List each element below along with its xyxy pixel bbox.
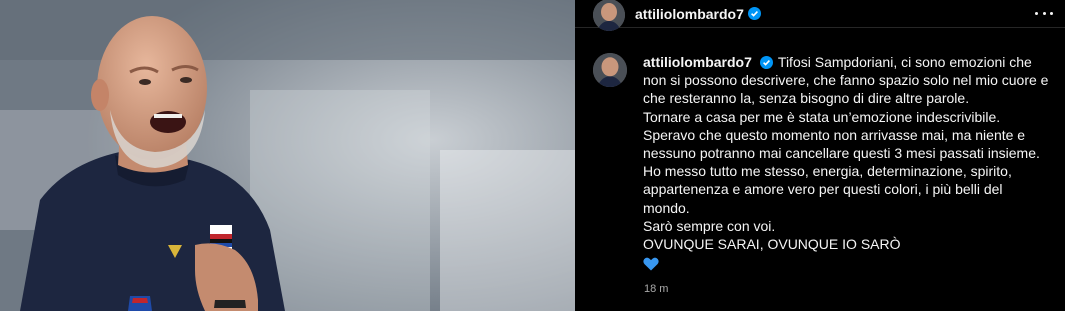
verified-badge-icon: [747, 7, 761, 20]
post-timestamp[interactable]: 18 m: [644, 283, 668, 295]
header-avatar[interactable]: [593, 0, 625, 31]
avatar-image: [593, 0, 625, 31]
header-username[interactable]: attiliolombardo7: [635, 6, 744, 22]
caption-line: Sarò sempre con voi.: [643, 217, 776, 234]
caption-line: non si possono descrivere, che fanno spa…: [643, 72, 1049, 89]
caption-line: Tifosi Sampdoriani, ci sono emozioni che: [777, 54, 1032, 70]
caption-line: mondo.: [643, 199, 690, 216]
caption-line: Tornare a casa per me è stata un’emozion…: [643, 108, 1001, 125]
caption-avatar[interactable]: [593, 53, 627, 87]
avatar-image: [593, 53, 627, 87]
more-dot: [1042, 11, 1046, 15]
post-header: attiliolombardo7: [575, 0, 1065, 31]
more-options-icon[interactable]: [1035, 6, 1053, 20]
blue-heart-icon: [643, 257, 659, 271]
coach-photo-illustration: [0, 0, 575, 311]
verified-badge-icon: [759, 55, 773, 69]
caption-line: Ho messo tutto me stesso, energia, deter…: [643, 163, 1012, 180]
instagram-post-view: attiliolombardo7 attiliolombardo7 Tifosi …: [0, 0, 1065, 311]
caption-line: nessuno potranno mai cancellare questi 3…: [643, 145, 1040, 162]
caption-line: appartenenza e amore vero per questi col…: [643, 181, 1003, 198]
caption-line-first: attiliolombardo7 Tifosi Sampdoriani, ci s…: [643, 53, 1055, 71]
caption-username[interactable]: attiliolombardo7: [643, 54, 752, 70]
caption-line: che resteranno la, senza bisogno di dire…: [643, 90, 970, 107]
post-photo[interactable]: [0, 0, 575, 311]
caption-line: Speravo che questo momento non arrivasse…: [643, 126, 1026, 143]
post-side-panel: attiliolombardo7 attiliolombardo7 Tifosi …: [575, 0, 1065, 311]
caption-text: attiliolombardo7 Tifosi Sampdoriani, ci s…: [643, 53, 1055, 271]
post-caption-block: attiliolombardo7 Tifosi Sampdoriani, ci s…: [593, 53, 1057, 271]
caption-line: OVUNQUE SARAI, OVUNQUE IO SARÒ: [643, 236, 901, 253]
more-dot: [1035, 11, 1038, 15]
more-dot: [1050, 11, 1053, 15]
